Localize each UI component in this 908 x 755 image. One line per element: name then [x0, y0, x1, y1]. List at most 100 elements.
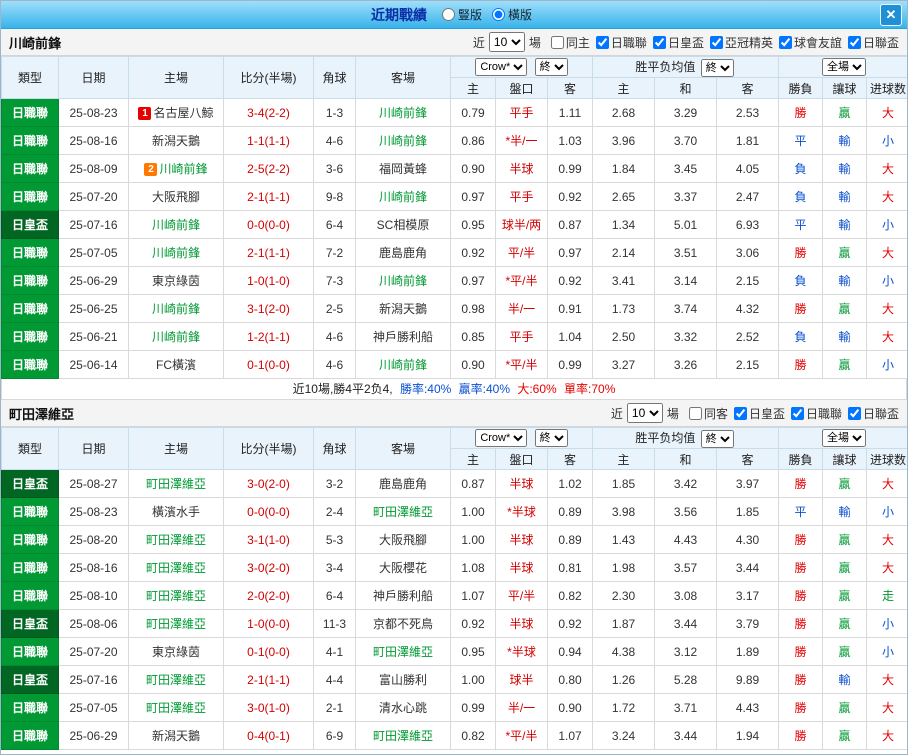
checkbox[interactable]: [595, 35, 609, 49]
checkbox[interactable]: [688, 406, 702, 420]
filter-checkbox-同客[interactable]: 同客: [688, 405, 728, 422]
corner-cell: 4-1: [313, 637, 356, 666]
filter-checkbox-同主[interactable]: 同主: [550, 34, 590, 51]
avg-lose-odds-cell: 4.30: [716, 525, 780, 554]
handicap-cell: *平/半: [495, 350, 548, 379]
score-cell: 3-0(2-0): [223, 553, 314, 582]
col-home: 主場: [128, 427, 224, 470]
odds-time-select[interactable]: 終: [534, 429, 568, 447]
handicap-result-cell: 輸: [822, 182, 868, 211]
handicap-result-cell: 贏: [822, 98, 868, 127]
checkbox[interactable]: [847, 35, 861, 49]
away-team-name: 川崎前鋒: [378, 190, 427, 204]
handicap-result-cell: 輸: [822, 497, 868, 526]
checkbox[interactable]: [778, 35, 792, 49]
handicap-result-cell: 贏: [822, 238, 868, 267]
handicap-cell: *半球: [495, 637, 548, 666]
away-odds-cell: 0.90: [546, 693, 594, 722]
checkbox-label: 日職聯: [805, 406, 842, 421]
handicap-cell: 平/半: [495, 238, 548, 267]
corner-cell: 3-2: [313, 469, 356, 498]
home-team-cell: 町田澤維亞: [128, 553, 224, 582]
home-team-name: 町田澤維亞: [145, 561, 206, 575]
filter-checkbox-日皇盃[interactable]: 日皇盃: [733, 405, 785, 422]
checkbox[interactable]: [790, 406, 804, 420]
handicap-result-cell: 贏: [822, 693, 868, 722]
avg-time-select[interactable]: 終: [700, 58, 734, 77]
away-odds-cell: 0.99: [546, 350, 594, 379]
away-team-cell: 町田澤維亞: [355, 721, 451, 750]
checkbox[interactable]: [847, 406, 861, 420]
away-team-name: 清水心跳: [378, 701, 427, 715]
corner-cell: 1-3: [313, 98, 356, 127]
rank-badge: 1: [138, 107, 152, 120]
match-count-select[interactable]: 10: [488, 32, 525, 52]
match-row: 日職聯 25-08-10 町田澤維亞 2-0(2-0) 6-4 神戶勝利船 1.07 平/半 0…: [1, 581, 907, 610]
handicap-cell: *半/一: [495, 126, 548, 155]
checkbox[interactable]: [709, 35, 723, 49]
score-cell: 1-1(1-1): [223, 126, 314, 155]
checkbox[interactable]: [550, 35, 564, 49]
filter-checkbox-日皇盃[interactable]: 日皇盃: [652, 34, 704, 51]
filter-checkbox-日聯盃[interactable]: 日聯盃: [847, 405, 899, 422]
sub-handicap-result: 讓球: [822, 448, 868, 470]
date-cell: 25-06-29: [58, 721, 129, 750]
away-team-name: 大阪櫻花: [378, 561, 427, 575]
filter-checkbox-亞冠精英[interactable]: 亞冠精英: [709, 34, 773, 51]
col-corner: 角球: [313, 56, 356, 99]
away-team-name: 川崎前鋒: [378, 134, 427, 148]
away-odds-cell: 0.99: [546, 154, 594, 183]
league-type-cell: 日職聯: [1, 525, 59, 554]
handicap-cell: 球半: [495, 665, 548, 694]
home-team-cell: 新潟天鵝: [128, 721, 224, 750]
avg-lose-odds-cell: 2.15: [716, 350, 780, 379]
bookmaker-select[interactable]: Crow*: [475, 429, 528, 447]
col-corner: 角球: [313, 427, 356, 470]
view-option-vertical[interactable]: 豎版: [441, 6, 482, 23]
handicap-result-cell: 輸: [822, 665, 868, 694]
date-cell: 25-07-05: [58, 238, 129, 267]
close-button[interactable]: ✕: [880, 4, 902, 26]
avg-draw-odds-cell: 3.44: [654, 721, 718, 750]
col-type: 類型: [1, 56, 59, 99]
match-row: 日職聯 25-06-29 東京綠茵 1-0(1-0) 7-3 川崎前鋒 0.97 *平/半 0.…: [1, 266, 907, 295]
avg-time-select[interactable]: 終: [700, 429, 734, 448]
avg-lose-odds-cell: 6.93: [716, 210, 780, 239]
handicap-cell: 半/一: [495, 693, 548, 722]
checkbox-label: 日皇盃: [667, 35, 704, 50]
col-date: 日期: [58, 427, 129, 470]
match-count-select[interactable]: 10: [626, 403, 663, 423]
result-cell: 勝: [778, 721, 824, 750]
filter-checkbox-日職聯[interactable]: 日職聯: [595, 34, 647, 51]
goals-result-cell: 大: [866, 721, 907, 750]
scope-select[interactable]: 全場: [822, 58, 867, 76]
home-team-cell: 川崎前鋒: [128, 210, 224, 239]
view-option-horizontal[interactable]: 橫版: [492, 6, 532, 23]
away-team-cell: 大阪飛腳: [355, 525, 451, 554]
sub-avg-draw: 和: [654, 77, 718, 99]
odds-time-select[interactable]: 終: [534, 58, 568, 76]
filter-checkbox-球會友誼[interactable]: 球會友誼: [778, 34, 842, 51]
home-team-name: 川崎前鋒: [159, 162, 208, 176]
avg-win-odds-cell: 1.85: [592, 469, 656, 498]
vertical-radio[interactable]: [441, 8, 455, 21]
goals-result-cell: 大: [866, 665, 907, 694]
date-cell: 25-08-16: [58, 126, 129, 155]
checkbox[interactable]: [733, 406, 747, 420]
filter-checkbox-日職聯[interactable]: 日職聯: [790, 405, 842, 422]
home-odds-cell: 0.85: [450, 322, 496, 351]
date-cell: 25-08-10: [58, 581, 129, 610]
bookmaker-select[interactable]: Crow*: [475, 58, 528, 76]
section-header-team-b: 町田澤維亞 近 10 場 同客 日皇盃 日職聯 日聯盃: [1, 400, 907, 427]
checkbox[interactable]: [652, 35, 666, 49]
home-team-name: 東京綠茵: [151, 274, 200, 288]
league-type-cell: 日職聯: [1, 637, 59, 666]
scope-select[interactable]: 全場: [822, 429, 867, 447]
avg-lose-odds-cell: 2.15: [716, 266, 780, 295]
handicap-cell: *半球: [495, 497, 548, 526]
filter-checkbox-日聯盃[interactable]: 日聯盃: [847, 34, 899, 51]
away-team-name: 川崎前鋒: [378, 106, 427, 120]
goals-result-cell: 大: [866, 469, 907, 498]
horizontal-radio[interactable]: [492, 8, 505, 21]
league-type-cell: 日職聯: [1, 721, 59, 750]
